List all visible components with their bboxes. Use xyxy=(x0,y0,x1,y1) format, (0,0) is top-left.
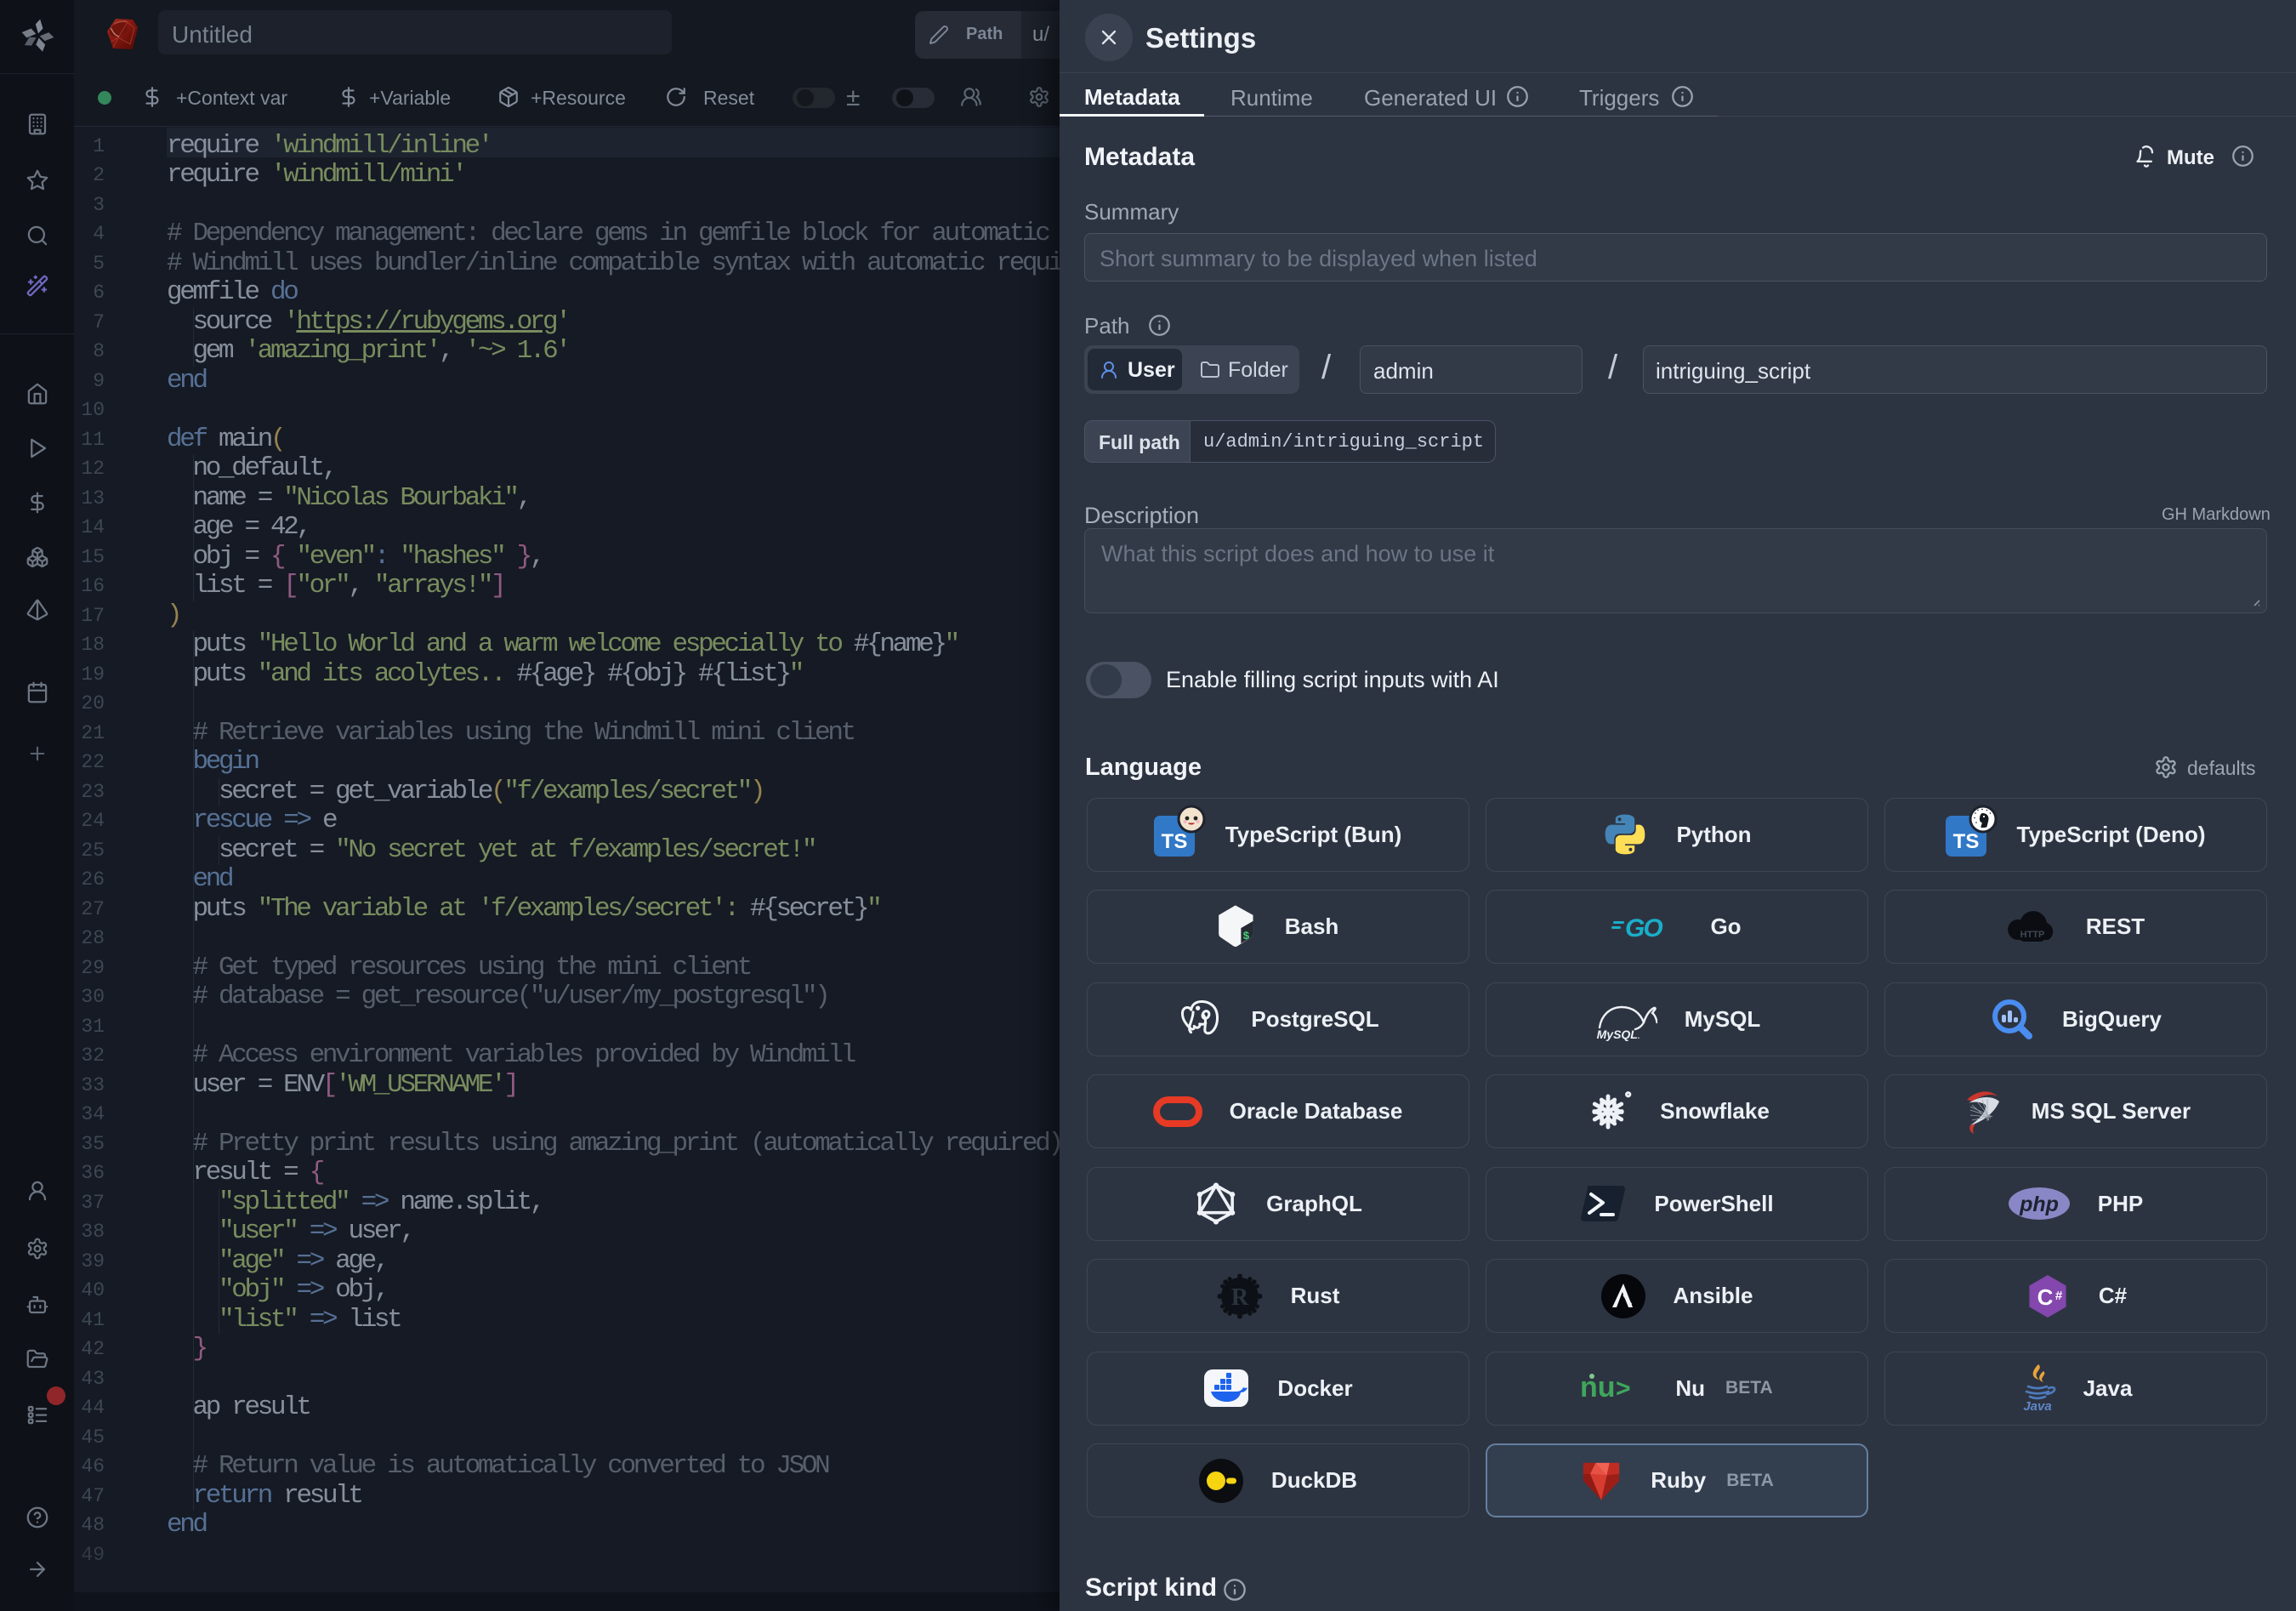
svg-text:php: php xyxy=(2019,1193,2059,1216)
svg-text:>: > xyxy=(1616,1375,1631,1403)
svg-text:C: C xyxy=(2037,1284,2053,1310)
svg-text:MySQL.: MySQL. xyxy=(1596,1028,1640,1041)
svg-text:TS: TS xyxy=(1161,830,1187,853)
svg-text:#: # xyxy=(2055,1289,2063,1303)
svg-text:$: $ xyxy=(1242,930,1249,942)
svg-text:Java: Java xyxy=(2023,1399,2051,1413)
svg-text:TS: TS xyxy=(1952,830,1979,853)
svg-text:R: R xyxy=(1230,1284,1248,1311)
svg-text:HTTP: HTTP xyxy=(2020,930,2044,940)
svg-text:GO: GO xyxy=(1625,914,1662,941)
svg-text:nu: nu xyxy=(1580,1371,1616,1403)
